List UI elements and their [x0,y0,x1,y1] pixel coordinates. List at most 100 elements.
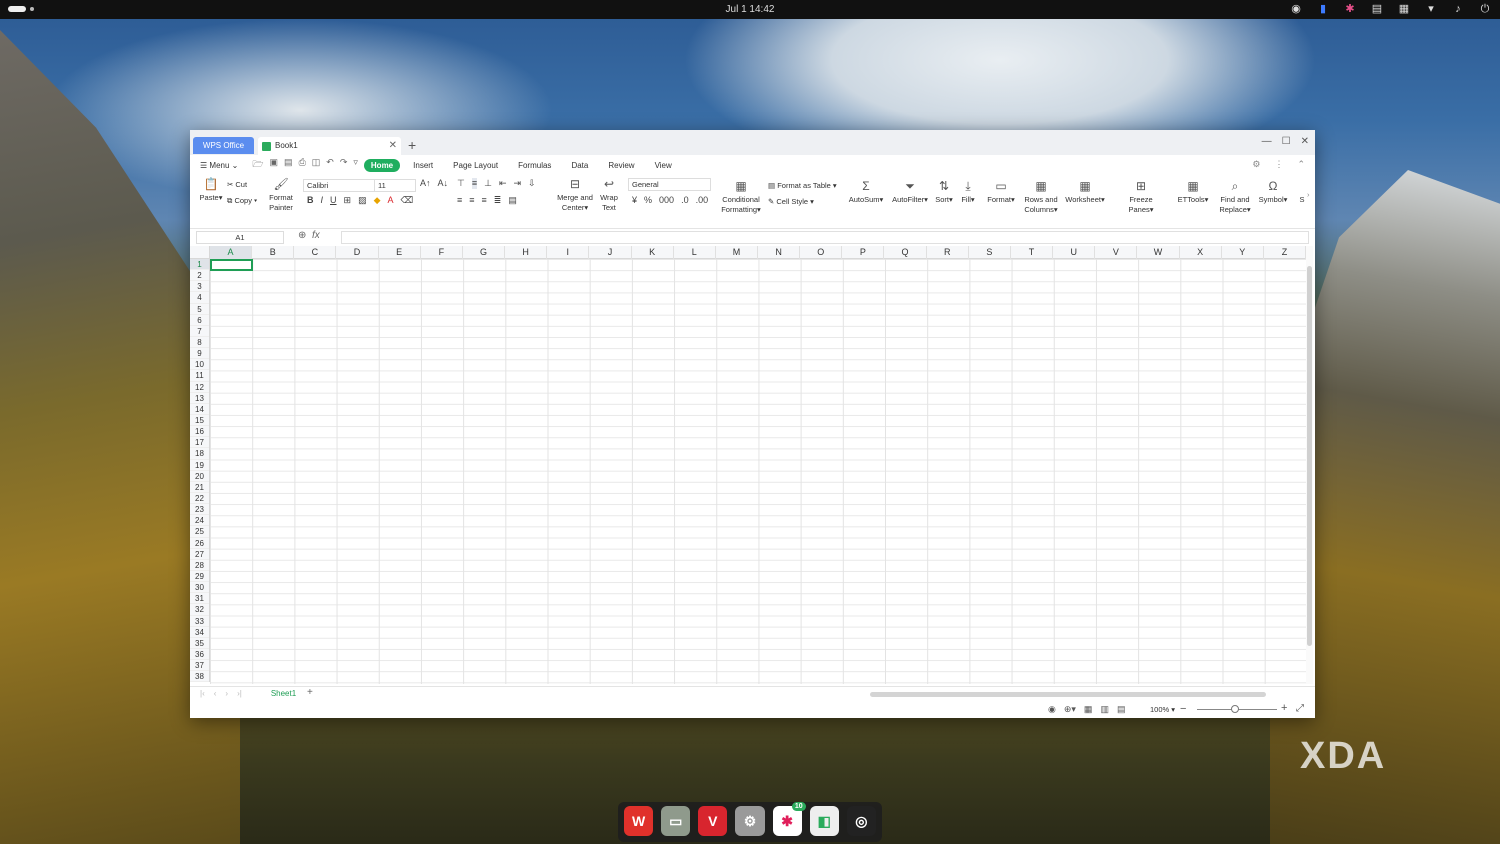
settings-icon[interactable]: ⚙ [1252,159,1260,170]
row-header[interactable]: 9 [190,348,209,360]
thousands-icon[interactable]: 000 [659,195,674,205]
column-header[interactable]: F [421,246,463,259]
column-header[interactable]: V [1095,246,1138,259]
vertical-scroll-thumb[interactable] [1307,266,1312,646]
row-header[interactable]: 21 [190,482,209,493]
slack-icon[interactable]: ✱ 10 [772,802,806,836]
wps-office-icon[interactable]: W [624,806,654,836]
new-tab-button[interactable]: + [408,137,416,153]
ettools-button[interactable]: ▦ ETTools▾ [1176,180,1210,205]
row-header[interactable]: 22 [190,493,209,505]
ubuntu-icon[interactable]: ◎ [846,806,876,836]
row-header[interactable]: 5 [190,304,209,315]
align-top-icon[interactable]: ⊤ [457,178,465,189]
column-header[interactable]: D [336,246,379,259]
prev-sheet-icon[interactable]: ‹ [214,689,217,698]
zoom-level[interactable]: 100% ▾ [1150,705,1175,714]
power-icon[interactable]: ⏻ [1478,2,1492,16]
column-header[interactable]: E [379,246,421,259]
collapse-ribbon-icon[interactable]: ⌃ [1297,159,1305,170]
row-header[interactable]: 19 [190,460,209,471]
paste-button[interactable]: 📋 Paste▾ [198,178,224,203]
row-header[interactable]: 31 [190,593,209,605]
zoom-out-icon[interactable]: − [1180,703,1186,715]
format-button[interactable]: ▭ Format▾ [986,180,1016,205]
rows-columns-button[interactable]: ▦ Rows and Columns▾ [1022,180,1060,215]
column-header[interactable]: Z [1264,246,1306,259]
zoom-slider-knob[interactable] [1231,705,1239,713]
vertical-scrollbar[interactable] [1306,246,1313,684]
preview-icon[interactable]: ◫ [312,157,321,173]
vivaldi-icon[interactable]: V [698,806,728,836]
column-header[interactable]: L [674,246,716,259]
first-sheet-icon[interactable]: |‹ [200,689,205,698]
cut-button[interactable]: ✂ Cut [227,180,247,189]
clock[interactable]: Jul 1 14:42 [0,4,1500,15]
decrease-font-icon[interactable]: A↓ [438,178,449,188]
row-header[interactable]: 27 [190,549,209,560]
ribbon-scroll-right-icon[interactable]: › [1307,190,1310,199]
row-header[interactable]: 8 [190,337,209,349]
column-header[interactable]: S [969,246,1011,259]
close-tab-icon[interactable]: ✕ [389,137,397,155]
more-icon[interactable]: ⋮ [1274,159,1283,170]
normal-view-icon[interactable]: ▦ [1084,704,1093,715]
formula-input[interactable] [341,231,1309,244]
tab-formulas[interactable]: Formulas [511,159,558,172]
text-direction-icon[interactable]: ⇩ [528,178,536,189]
save-icon[interactable]: ▣ [270,157,279,173]
tray-app-icon[interactable]: ◉ [1289,2,1303,16]
format-as-table-button[interactable]: ▤ Format as Table ▾ [768,181,837,190]
row-header[interactable]: 10 [190,359,209,371]
tab-wps-office[interactable]: WPS Office [193,137,254,154]
row-header[interactable]: 38 [190,671,209,683]
row-header[interactable]: 28 [190,560,209,571]
conditional-formatting-button[interactable]: ▦ Conditional Formatting▾ [718,180,764,215]
row-header[interactable]: 4 [190,292,209,304]
customize-icon[interactable]: ▿ [353,157,358,173]
wifi-icon[interactable]: ▾ [1424,2,1438,16]
currency-icon[interactable]: ¥ [632,195,637,205]
percent-icon[interactable]: % [644,195,652,205]
indent-decrease-icon[interactable]: ⇤ [499,178,507,189]
tab-data[interactable]: Data [564,159,595,172]
column-header[interactable]: T [1011,246,1054,259]
tab-view[interactable]: View [648,159,679,172]
column-header[interactable]: U [1053,246,1096,259]
row-header[interactable]: 13 [190,393,209,404]
row-header[interactable]: 36 [190,649,209,661]
worksheet-button[interactable]: ▦ Worksheet▾ [1064,180,1106,205]
tab-book1[interactable]: Book1 ✕ [258,137,401,155]
print-icon[interactable]: ⎙ [299,157,306,173]
row-header[interactable]: 7 [190,326,209,337]
distributed-icon[interactable]: ▤ [508,195,517,206]
eye-protection-icon[interactable]: ◉ [1048,704,1056,715]
volume-icon[interactable]: ♪ [1451,2,1465,16]
redo-icon[interactable]: ↷ [340,157,348,173]
export-icon[interactable]: ▤ [284,157,293,173]
row-header[interactable]: 23 [190,504,209,516]
fx-icon[interactable]: fx [312,230,320,241]
row-header[interactable]: 35 [190,638,209,649]
column-header[interactable]: A [209,246,253,259]
close-icon[interactable]: ✕ [1301,136,1309,147]
active-cell-a1[interactable] [210,259,253,271]
fill-color-icon[interactable]: ◆ [374,195,381,206]
column-header[interactable]: C [294,246,337,259]
row-header[interactable]: 18 [190,448,209,460]
merge-center-button[interactable]: ⊟ Merge and Center▾ [554,178,596,213]
column-header[interactable]: K [632,246,674,259]
row-header[interactable]: 25 [190,526,209,538]
row-header[interactable]: 15 [190,415,209,427]
number-format-select[interactable]: General [628,178,711,191]
borders-icon[interactable]: ⊞ [344,195,352,206]
tab-insert[interactable]: Insert [406,159,440,172]
indent-increase-icon[interactable]: ⇥ [514,178,522,189]
decrease-decimal-icon[interactable]: .00 [696,195,709,205]
cell-area[interactable] [210,259,1306,684]
page-layout-view-icon[interactable]: ▤ [1117,704,1126,715]
increase-decimal-icon[interactable]: .0 [681,195,689,205]
minimize-icon[interactable]: — [1262,136,1272,147]
row-header[interactable]: 29 [190,571,209,583]
horizontal-scrollbar[interactable] [870,692,1266,697]
